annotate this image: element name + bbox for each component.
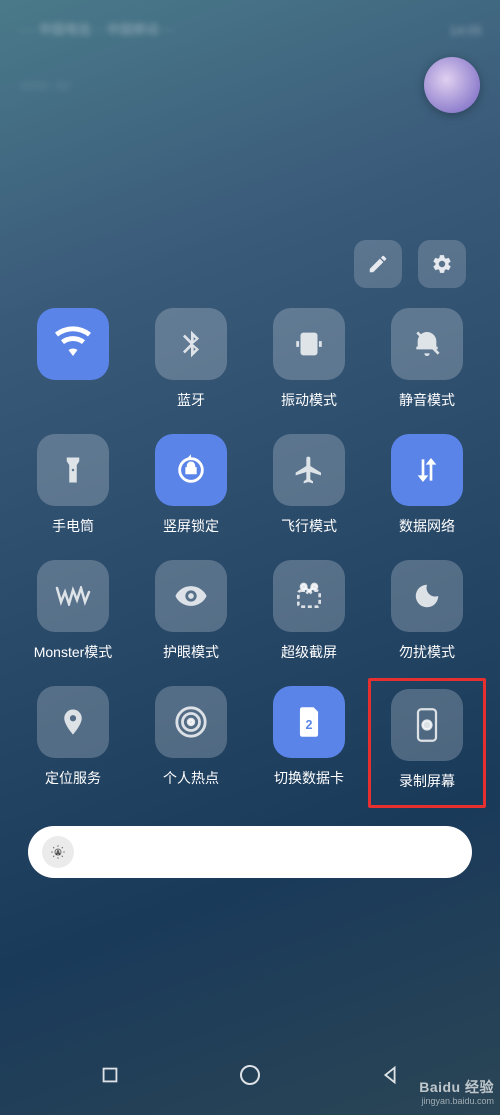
dnd-label: 勿扰模式 (399, 642, 455, 662)
toggle-location[interactable]: 定位服务 (20, 686, 126, 794)
toggle-dnd[interactable]: 勿扰模式 (374, 560, 480, 662)
mute-label: 静音模式 (399, 390, 455, 410)
vibrate-icon (292, 327, 326, 361)
square-icon (99, 1064, 121, 1086)
toggle-monster[interactable]: Monster模式 (20, 560, 126, 662)
monster-button[interactable] (37, 560, 109, 632)
screenshot-button[interactable] (273, 560, 345, 632)
location-pin-icon (58, 707, 88, 737)
toggle-wifi[interactable] (20, 308, 126, 410)
wifi-icon (55, 326, 91, 362)
watermark: Baidu 经验 jingyan.baidu.com (419, 1079, 494, 1107)
rotation-lock-icon (174, 453, 208, 487)
airplane-icon (293, 454, 325, 486)
toggle-bluetooth[interactable]: 蓝牙 (138, 308, 244, 410)
flashlight-icon (58, 455, 88, 485)
time-text: 14:05 (449, 23, 482, 38)
gear-icon (431, 253, 453, 275)
eyecare-button[interactable] (155, 560, 227, 632)
toggle-flashlight[interactable]: 手电筒 (20, 434, 126, 536)
edit-button[interactable] (354, 240, 402, 288)
vibrate-button[interactable] (273, 308, 345, 380)
toggle-record-highlighted[interactable]: 录制屏幕 (368, 678, 486, 808)
vibrate-label: 振动模式 (281, 390, 337, 410)
status-bar: ···· 中国电信 ·· 中国移动 ··· 14:05 (0, 0, 500, 40)
moon-crescent-icon (412, 581, 442, 611)
brightness-slider[interactable]: A (28, 826, 472, 878)
toggle-screenshot[interactable]: 超级截屏 (256, 560, 362, 662)
assistant-badge[interactable] (424, 57, 480, 113)
wifi-button[interactable] (37, 308, 109, 380)
triangle-left-icon (379, 1064, 401, 1086)
monster-icon (55, 586, 91, 606)
toggle-orientation[interactable]: 竖屏锁定 (138, 434, 244, 536)
toggle-hotspot[interactable]: 个人热点 (138, 686, 244, 794)
record-screen-icon (413, 707, 441, 743)
svg-text:2: 2 (306, 718, 313, 732)
record-label: 录制屏幕 (399, 771, 455, 791)
toggle-data[interactable]: 数据网络 (374, 434, 480, 536)
toggle-eyecare[interactable]: 护眼模式 (138, 560, 244, 662)
flashlight-label: 手电筒 (52, 516, 94, 536)
monster-label: Monster模式 (34, 642, 113, 662)
header-row: ···· ·· (0, 40, 500, 130)
watermark-main: Baidu 经验 (419, 1079, 494, 1096)
location-label: 定位服务 (45, 768, 101, 788)
flashlight-button[interactable] (37, 434, 109, 506)
header-title: ···· ·· (20, 72, 70, 98)
eye-icon (174, 579, 208, 613)
data-sync-icon (411, 454, 443, 486)
settings-button[interactable] (418, 240, 466, 288)
toggle-simswap[interactable]: 2 切换数据卡 (256, 686, 362, 794)
nav-back[interactable] (379, 1064, 401, 1086)
data-button[interactable] (391, 434, 463, 506)
hotspot-button[interactable] (155, 686, 227, 758)
dnd-button[interactable] (391, 560, 463, 632)
airplane-button[interactable] (273, 434, 345, 506)
hotspot-label: 个人热点 (163, 768, 219, 788)
eyecare-label: 护眼模式 (163, 642, 219, 662)
mute-icon (411, 328, 443, 360)
screenshot-label: 超级截屏 (281, 642, 337, 662)
bluetooth-icon (175, 328, 207, 360)
toggle-mute[interactable]: 静音模式 (374, 308, 480, 410)
bluetooth-label: 蓝牙 (177, 390, 205, 410)
top-controls (0, 240, 500, 308)
toggle-airplane[interactable]: 飞行模式 (256, 434, 362, 536)
toggle-vibrate[interactable]: 振动模式 (256, 308, 362, 410)
orientation-button[interactable] (155, 434, 227, 506)
pencil-icon (367, 253, 389, 275)
scissors-icon (293, 580, 325, 612)
simswap-button[interactable]: 2 (273, 686, 345, 758)
quick-settings-grid: 蓝牙 振动模式 静音模式 手电筒 竖屏锁定 飞行模式 数据 (0, 308, 500, 794)
record-button[interactable] (391, 689, 463, 761)
location-button[interactable] (37, 686, 109, 758)
carrier-text: ···· 中国电信 ·· 中国移动 ··· (18, 19, 175, 38)
orientation-label: 竖屏锁定 (163, 516, 219, 536)
sim-card-icon: 2 (295, 705, 323, 739)
nav-home[interactable] (238, 1063, 262, 1087)
auto-brightness-icon[interactable]: A (42, 836, 74, 868)
bluetooth-button[interactable] (155, 308, 227, 380)
data-label: 数据网络 (399, 516, 455, 536)
hotspot-icon (174, 705, 208, 739)
nav-recent[interactable] (99, 1064, 121, 1086)
simswap-label: 切换数据卡 (274, 768, 344, 788)
mute-button[interactable] (391, 308, 463, 380)
airplane-label: 飞行模式 (281, 516, 337, 536)
watermark-sub: jingyan.baidu.com (419, 1096, 494, 1107)
circle-icon (238, 1063, 262, 1087)
svg-text:A: A (56, 850, 60, 856)
